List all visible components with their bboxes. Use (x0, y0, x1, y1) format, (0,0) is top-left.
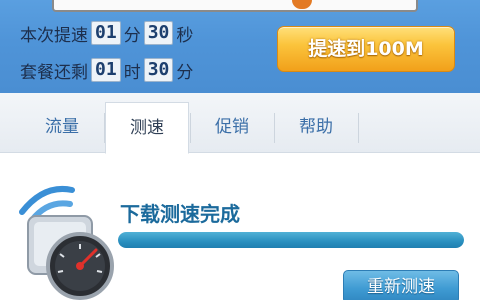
speedometer-wifi-icon (14, 182, 124, 300)
package-remaining-label: 套餐还剩 (20, 62, 88, 83)
minute-unit-2: 分 (176, 62, 194, 83)
package-remaining-hours: 01 (91, 58, 121, 82)
this-speedup-label: 本次提速 (20, 25, 88, 46)
second-unit: 秒 (176, 25, 194, 46)
this-speedup-row: 本次提速 01 分 30 秒 (20, 20, 193, 46)
speed-test-progress-bar (118, 232, 464, 248)
tab-traffic[interactable]: 流量 (20, 102, 104, 153)
tab-divider (358, 113, 359, 143)
hour-unit: 时 (123, 62, 141, 83)
status-title: 下载测速完成 (120, 202, 240, 226)
progress-fill (118, 232, 464, 248)
speed-meter-bar (52, 0, 418, 12)
this-speedup-minutes: 01 (91, 21, 121, 45)
tab-speed-test[interactable]: 测速 (105, 102, 189, 154)
meter-needle-icon (292, 0, 312, 9)
retest-button[interactable]: 重新测速 (343, 270, 459, 300)
tab-bar: 流量 测速 促销 帮助 (0, 93, 480, 154)
this-speedup-seconds: 30 (143, 21, 174, 45)
package-remaining-minutes: 30 (143, 58, 174, 82)
minute-unit: 分 (123, 25, 141, 46)
speedup-100m-button[interactable]: 提速到100M (277, 26, 455, 72)
tab-help[interactable]: 帮助 (274, 102, 358, 153)
speed-test-panel: 下载测速完成 重新测速 (0, 154, 480, 300)
package-remaining-row: 套餐还剩 01 时 30 分 (20, 57, 193, 83)
tab-promotions[interactable]: 促销 (190, 102, 274, 153)
speedup-panel: 本次提速 01 分 30 秒 套餐还剩 01 时 30 分 提速到100M (0, 0, 480, 93)
